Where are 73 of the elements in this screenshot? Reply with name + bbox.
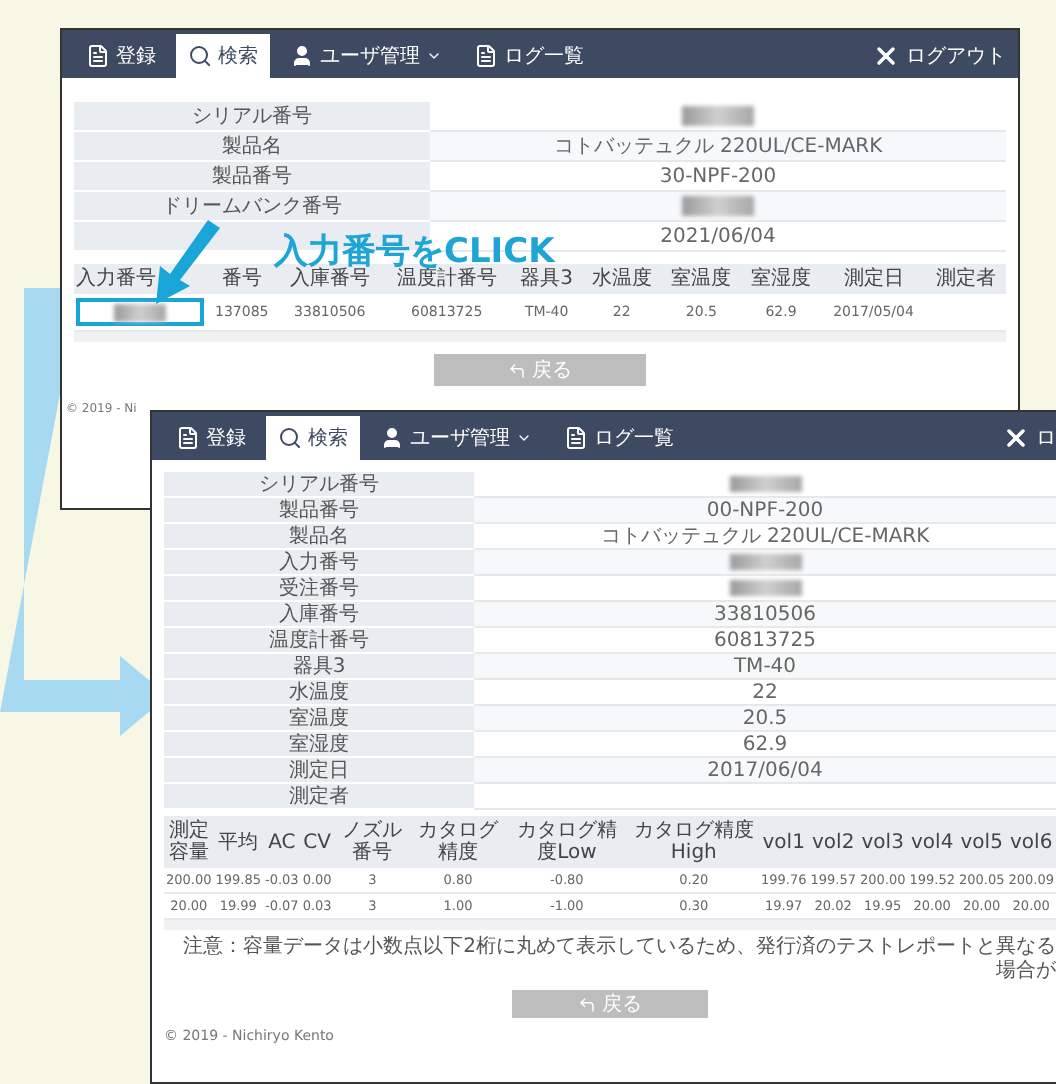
- note-text: 注意：容量データは小数点以下2桁に丸めて表示しているため、発行済のテストレポートと異なる場合が: [181, 936, 1056, 984]
- column-header: 温度計番号: [382, 264, 512, 294]
- column-header: 測定日: [820, 264, 927, 294]
- detail-value: 20.5: [474, 706, 1056, 732]
- detail-label: 水温度: [164, 680, 474, 706]
- column-header: カタログ精度: [411, 816, 505, 868]
- column-header: 室温度: [661, 264, 742, 294]
- detail-value: 2017/06/04: [474, 758, 1056, 784]
- column-header: 測定者: [926, 264, 1006, 294]
- detail-label: シリアル番号: [74, 102, 430, 132]
- document-icon: [86, 44, 110, 68]
- detail-label: 測定日: [164, 758, 474, 784]
- logout-button[interactable]: ロ: [1002, 416, 1056, 460]
- column-header: vol5: [956, 816, 1007, 868]
- detail-label: シリアル番号: [164, 472, 474, 498]
- search-icon: [278, 426, 302, 450]
- detail-label: 器具3: [164, 654, 474, 680]
- detail-value: 62.9: [474, 732, 1056, 758]
- detail-label: 製品番号: [74, 162, 430, 192]
- column-header: vol2: [808, 816, 858, 868]
- close-icon: [872, 42, 900, 70]
- detail-label: 受注番号: [164, 576, 474, 602]
- detail-label: ドリームバンク番号: [74, 192, 430, 222]
- column-header: カタログ精度High: [628, 816, 759, 868]
- column-header: 器具3: [511, 264, 582, 294]
- nav-tab[interactable]: ログ一覧: [552, 416, 686, 460]
- column-header: vol3: [857, 816, 908, 868]
- detail-value: 33810506: [474, 602, 1056, 628]
- nav-tab[interactable]: 検索: [266, 416, 360, 460]
- column-header: vol6: [1006, 816, 1056, 868]
- detail-label: 製品名: [164, 524, 474, 550]
- detail-label: 測定者: [164, 784, 474, 810]
- user-icon: [290, 44, 314, 68]
- column-header: 平均: [213, 816, 263, 868]
- return-icon: [508, 361, 526, 379]
- column-header: 入庫番号: [277, 264, 382, 294]
- nav-tab[interactable]: 検索: [176, 34, 270, 78]
- document-icon: [474, 44, 498, 68]
- detail-label: 入庫番号: [164, 602, 474, 628]
- detail-value: コトバッテュクル 220UL/CE-MARK: [474, 524, 1056, 550]
- detail-value: 00-NPF-200: [474, 498, 1056, 524]
- detail-value: 22: [474, 680, 1056, 706]
- nav-tab[interactable]: 登録: [164, 416, 258, 460]
- column-header: AC: [263, 816, 301, 868]
- detail-label: 製品番号: [164, 498, 474, 524]
- document-icon: [564, 426, 588, 450]
- detail-label: 室温度: [164, 706, 474, 732]
- logout-button[interactable]: ログアウト: [872, 34, 1006, 78]
- return-icon: [578, 995, 596, 1013]
- nav-tab[interactable]: ユーザ管理: [368, 416, 544, 460]
- document-icon: [176, 426, 200, 450]
- nav-tab[interactable]: ユーザ管理: [278, 34, 454, 78]
- search-icon: [188, 44, 212, 68]
- detail-label: 製品名: [74, 132, 430, 162]
- detail-label: 入力番号: [164, 550, 474, 576]
- column-header: 測定容量: [164, 816, 214, 868]
- column-header: カタログ精度Low: [505, 816, 629, 868]
- detail-value: 30-NPF-200: [430, 162, 1006, 192]
- detail-value: 60813725: [474, 628, 1056, 654]
- column-header: 室湿度: [741, 264, 821, 294]
- column-header: vol1: [758, 816, 809, 868]
- column-header: vol4: [907, 816, 957, 868]
- column-header: 水温度: [581, 264, 662, 294]
- detail-value: TM-40: [474, 654, 1056, 680]
- column-header: CV: [300, 816, 334, 868]
- column-header: ノズル番号: [333, 816, 412, 868]
- close-icon: [1002, 424, 1030, 452]
- detail-label: 室湿度: [164, 732, 474, 758]
- nav-tab[interactable]: ログ一覧: [462, 34, 596, 78]
- detail-label: 温度計番号: [164, 628, 474, 654]
- detail-value: コトバッテュクル 220UL/CE-MARK: [430, 132, 1006, 162]
- user-icon: [380, 426, 404, 450]
- nav-tab[interactable]: 登録: [74, 34, 168, 78]
